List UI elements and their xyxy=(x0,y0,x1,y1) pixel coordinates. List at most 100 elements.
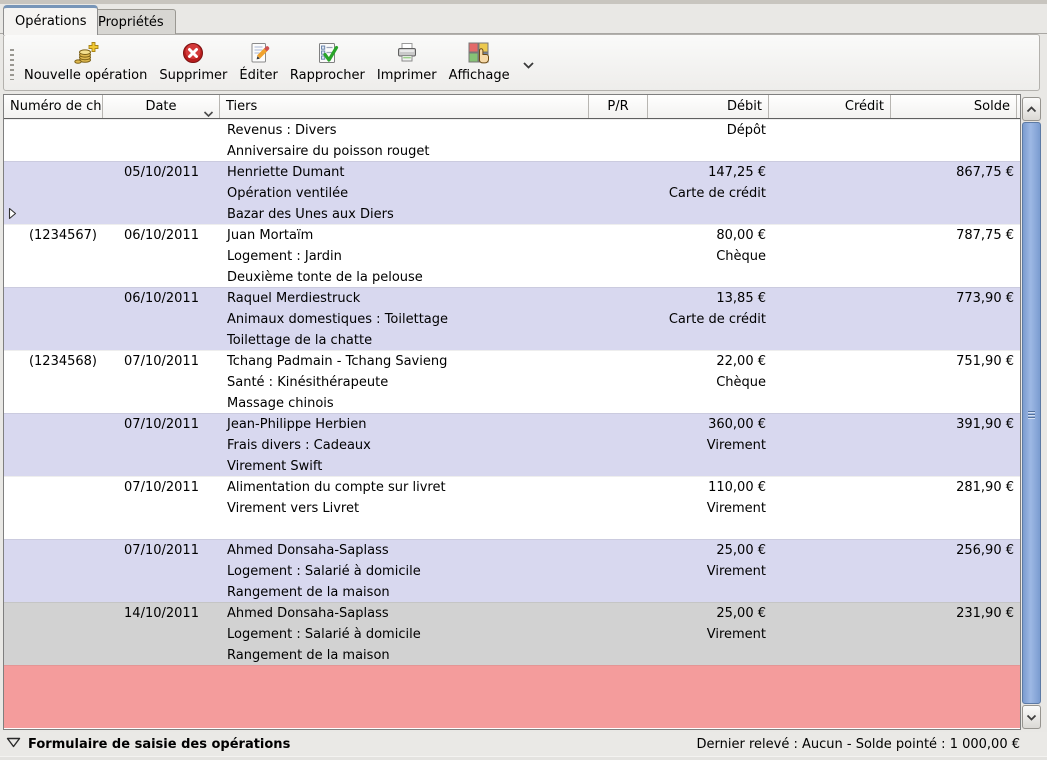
scroll-down-button[interactable] xyxy=(1022,705,1041,729)
display-button[interactable]: Affichage xyxy=(443,35,516,90)
cell-payee: Ahmed Donsaha-Saplass xyxy=(220,540,589,561)
cell-category: Virement vers Livret xyxy=(220,498,589,519)
cell-solde-amount: 787,75 € xyxy=(891,225,1017,246)
cell-cheque-number: (1234567) xyxy=(4,225,103,246)
edit-label: Éditer xyxy=(239,68,278,83)
expander-triangle-icon xyxy=(6,737,21,752)
transactions-body: Revenus : DiversDépôtAnniversaire du poi… xyxy=(4,119,1020,728)
tab-proprietes[interactable]: Propriétés xyxy=(86,9,176,34)
cell-note: Massage chinois xyxy=(220,393,589,414)
application-window: Opérations Propriétés Nouvelle opération xyxy=(0,0,1047,760)
delete-label: Supprimer xyxy=(159,68,227,83)
table-row[interactable]: (1234568)07/10/2011Tchang Padmain - Tcha… xyxy=(4,350,1020,413)
cell-debit-amount: 13,85 € xyxy=(648,288,769,309)
cell-debit-amount: 80,00 € xyxy=(648,225,769,246)
column-header-label: P/R xyxy=(607,99,628,114)
cell-payment-method: Virement xyxy=(648,498,769,519)
table-row[interactable]: Revenus : DiversDépôtAnniversaire du poi… xyxy=(4,119,1020,161)
empty-row[interactable] xyxy=(4,665,1020,728)
column-header-label: Date xyxy=(145,99,176,114)
cell-cheque-number: (1234568) xyxy=(4,351,103,372)
table-row[interactable]: 07/10/2011Alimentation du compte sur liv… xyxy=(4,476,1020,539)
column-header-num-ro-de-ch[interactable]: Numéro de ch xyxy=(4,95,103,118)
delete-icon xyxy=(181,39,205,67)
cell-payee: Alimentation du compte sur livret xyxy=(220,477,589,498)
cell-payment-method: Carte de crédit xyxy=(648,309,769,330)
table-row[interactable]: 05/10/2011Henriette DumantOpération vent… xyxy=(4,161,1020,224)
table-row[interactable]: 14/10/2011Ahmed Donsaha-SaplassLogement … xyxy=(4,602,1020,665)
cell-date: 14/10/2011 xyxy=(103,603,220,624)
vertical-scrollbar[interactable] xyxy=(1022,97,1041,729)
cell-payee: Jean-Philippe Herbien xyxy=(220,414,589,435)
table-row[interactable]: 06/10/2011Raquel MerdiestruckAnimaux dom… xyxy=(4,287,1020,350)
cell-payment-method: Carte de crédit xyxy=(648,183,769,204)
cell-debit-amount: 22,00 € xyxy=(648,351,769,372)
table-row[interactable]: 07/10/2011Ahmed Donsaha-SaplassLogement … xyxy=(4,539,1020,602)
cell-note: Virement Swift xyxy=(220,456,589,477)
statusbar: Formulaire de saisie des opérations Dern… xyxy=(0,732,1047,756)
cell-debit-amount: 360,00 € xyxy=(648,414,769,435)
toolbar-drag-handle[interactable] xyxy=(10,49,14,80)
cell-payee: Raquel Merdiestruck xyxy=(220,288,589,309)
column-header-label: Tiers xyxy=(226,99,257,114)
column-header-p-r[interactable]: P/R xyxy=(589,95,648,118)
notebook-tabbar: Opérations Propriétés xyxy=(0,4,1047,34)
new-operation-button[interactable]: Nouvelle opération xyxy=(18,35,153,90)
cell-note: Rangement de la maison xyxy=(220,582,589,603)
cell-note: Deuxième tonte de la pelouse xyxy=(220,267,589,288)
cell-category: Opération ventilée xyxy=(220,183,589,204)
table-row[interactable]: (1234567)06/10/2011Juan MortaïmLogement … xyxy=(4,224,1020,287)
chevron-down-icon xyxy=(1026,710,1037,725)
table-header: Numéro de ch Date Tiers P/R DébitCréditSolde xyxy=(4,95,1020,119)
cell-solde-amount: 391,90 € xyxy=(891,414,1017,435)
cell-solde-amount: 867,75 € xyxy=(891,162,1017,183)
cell-payment-method: Chèque xyxy=(648,246,769,267)
scroll-up-button[interactable] xyxy=(1022,97,1041,121)
cell-date: 06/10/2011 xyxy=(103,225,220,246)
cell-category: Frais divers : Cadeaux xyxy=(220,435,589,456)
account-status-text: Dernier relevé : Aucun - Solde pointé : … xyxy=(697,737,1047,752)
tab-operations[interactable]: Opérations xyxy=(3,5,98,35)
cell-payee: Tchang Padmain - Tchang Savieng xyxy=(220,351,589,372)
column-header-d-bit[interactable]: Débit xyxy=(648,95,769,118)
cell-date: 07/10/2011 xyxy=(103,351,220,372)
tab-proprietes-label: Propriétés xyxy=(98,15,164,30)
reconcile-button[interactable]: Rapprocher xyxy=(284,35,371,90)
sort-indicator-icon xyxy=(203,103,214,118)
split-operation-marker-icon[interactable] xyxy=(8,207,17,224)
cell-debit-amount: 110,00 € xyxy=(648,477,769,498)
column-header-tiers[interactable]: Tiers xyxy=(220,95,589,118)
delete-button[interactable]: Supprimer xyxy=(153,35,233,90)
display-grid-hand-icon xyxy=(466,39,492,67)
new-operation-label: Nouvelle opération xyxy=(24,68,147,83)
edit-button[interactable]: Éditer xyxy=(233,35,284,90)
print-icon xyxy=(395,39,419,67)
cell-date: 05/10/2011 xyxy=(103,162,220,183)
cell-category: Logement : Salarié à domicile xyxy=(220,561,589,582)
table-row[interactable]: 07/10/2011Jean-Philippe HerbienFrais div… xyxy=(4,413,1020,476)
cell-date: 06/10/2011 xyxy=(103,288,220,309)
new-operation-coins-icon xyxy=(73,39,99,67)
cell-note: Toilettage de la chatte xyxy=(220,330,589,351)
reconcile-icon xyxy=(315,39,339,67)
cell-date: 07/10/2011 xyxy=(103,540,220,561)
form-expander[interactable]: Formulaire de saisie des opérations xyxy=(0,737,290,752)
toolbar-overflow-button[interactable] xyxy=(516,43,541,90)
transactions-table: Numéro de ch Date Tiers P/R DébitCréditSolde… xyxy=(3,94,1021,730)
chevron-down-icon xyxy=(522,59,535,74)
column-header-date[interactable]: Date xyxy=(103,95,220,118)
cell-payment-method: Chèque xyxy=(648,372,769,393)
edit-icon xyxy=(247,39,271,67)
column-header-cr-dit[interactable]: Crédit xyxy=(769,95,891,118)
form-expander-label: Formulaire de saisie des opérations xyxy=(28,737,290,752)
print-button[interactable]: Imprimer xyxy=(371,35,443,90)
display-label: Affichage xyxy=(449,68,510,83)
cell-category: Santé : Kinésithérapeute xyxy=(220,372,589,393)
cell-note: Bazar des Unes aux Diers xyxy=(220,204,589,225)
cell-payment-method: Virement xyxy=(648,561,769,582)
scrollbar-thumb[interactable] xyxy=(1022,122,1041,704)
column-header-solde[interactable]: Solde xyxy=(891,95,1017,118)
cell-payment-method: Dépôt xyxy=(648,120,769,141)
cell-date: 07/10/2011 xyxy=(103,414,220,435)
cell-category: Revenus : Divers xyxy=(220,120,589,141)
